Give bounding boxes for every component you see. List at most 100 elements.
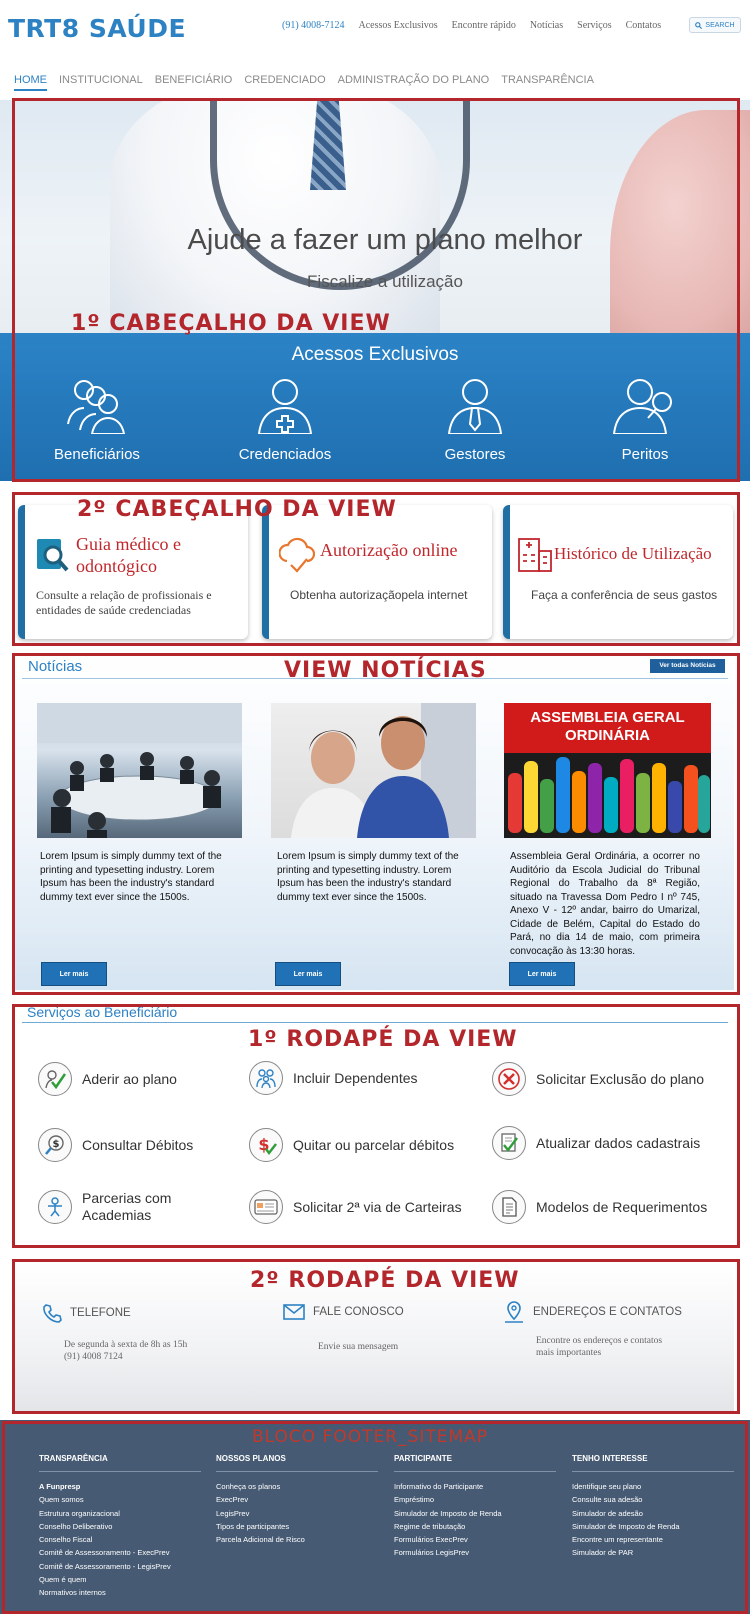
sitemap-link[interactable]: Simulador de adesão <box>572 1507 734 1520</box>
sitemap-link[interactable]: Conselho Deliberativo <box>39 1520 201 1533</box>
read-more-button[interactable]: Ler mais <box>275 962 341 986</box>
service-label: Consultar Débitos <box>82 1137 194 1153</box>
services-title: Serviços ao Beneficiário <box>27 1004 178 1020</box>
sitemap-link[interactable]: Simulador de PAR <box>572 1546 734 1559</box>
sitemap-link[interactable]: ExecPrev <box>216 1493 378 1506</box>
card-desc: Consulte a relação de profissionais e en… <box>36 588 212 617</box>
sitemap-link[interactable]: Regime de tributação <box>394 1520 556 1533</box>
service-label: Quitar ou parcelar débitos <box>293 1137 455 1153</box>
sitemap-link[interactable]: LegisPrev <box>216 1507 378 1520</box>
sitemap-col-planos: NOSSOS PLANOS Conheça os planos ExecPrev… <box>216 1454 378 1546</box>
sitemap-link[interactable]: Empréstimo <box>394 1493 556 1506</box>
top-link-servicos[interactable]: Serviços <box>577 20 611 31</box>
service-aderir[interactable]: Aderir ao plano <box>38 1062 177 1096</box>
service-exclusao[interactable]: Solicitar Exclusão do plano <box>492 1062 704 1096</box>
sitemap-link[interactable]: Informativo do Participante <box>394 1480 556 1493</box>
annotation-label: 2º CABEÇALHO DA VIEW <box>77 497 397 522</box>
service-consultar-debitos[interactable]: $ Consultar Débitos <box>38 1128 193 1162</box>
service-segunda-via[interactable]: Solicitar 2ª via de Carteiras <box>249 1190 462 1224</box>
contact-addr-title: ENDEREÇOS E CONTATOS <box>533 1306 682 1318</box>
card-guia-medico[interactable]: Guia médico e odontógico Consulte a rela… <box>18 505 248 639</box>
sitemap-link[interactable]: Simulador de Imposto de Renda <box>572 1520 734 1533</box>
service-label: Modelos de Requerimentos <box>536 1199 708 1215</box>
sitemap-link[interactable]: Parcela Adicional de Risco <box>216 1533 378 1546</box>
top-links: (91) 4008-7124 Acessos Exclusivos Encont… <box>282 20 661 31</box>
service-atualizar-dados[interactable]: Atualizar dados cadastrais <box>492 1126 700 1160</box>
location-pin-icon <box>505 1301 523 1323</box>
search-icon <box>695 21 703 29</box>
sitemap-link[interactable]: Estrutura organizacional <box>39 1507 201 1520</box>
news-image-people[interactable] <box>271 703 476 838</box>
raised-hands-photo <box>508 757 710 833</box>
annotation-label: BLOCO FOOTER_SITEMAP <box>252 1427 489 1447</box>
read-more-button[interactable]: Ler mais <box>41 962 107 986</box>
card-autorizacao[interactable]: Autorização online Obtenha autorizaçãope… <box>262 505 492 639</box>
sitemap-link[interactable]: Encontre um representante <box>572 1533 734 1546</box>
service-label: Solicitar 2ª via de Carteiras <box>293 1199 462 1215</box>
card-desc: Faça a conferência de seus gastos <box>531 588 718 602</box>
nav-credenciado[interactable]: CREDENCIADO <box>244 74 325 91</box>
nav-transparencia[interactable]: TRANSPARÊNCIA <box>501 74 594 91</box>
sitemap-link[interactable]: A Funpresp <box>39 1480 201 1493</box>
contact-phone-title: TELEFONE <box>70 1307 131 1319</box>
sitemap-link[interactable]: Quem somos <box>39 1493 201 1506</box>
card-historico[interactable]: Histórico de Utilização Faça a conferênc… <box>503 505 733 639</box>
patient-image <box>610 110 750 333</box>
dollar-check-icon: $ <box>249 1128 283 1162</box>
phone-icon <box>43 1304 62 1323</box>
envelope-icon <box>283 1304 305 1320</box>
access-beneficiarios[interactable]: Beneficiários <box>22 378 172 463</box>
service-parcerias[interactable]: Parcerias com Academias <box>38 1190 192 1224</box>
sitemap-link[interactable]: Comitê de Assessoramento - LegisPrev <box>39 1560 201 1573</box>
assembleia-banner-text: ASSEMBLEIA GERAL ORDINÁRIA <box>504 703 711 753</box>
main-nav: HOME INSTITUCIONAL BENEFICIÁRIO CREDENCI… <box>14 74 594 91</box>
expert-magnifier-icon <box>612 379 672 434</box>
view-all-news-button[interactable]: Ver todas Notícias <box>650 659 725 673</box>
news-title: Notícias <box>28 658 83 675</box>
nav-administracao[interactable]: ADMINISTRAÇÃO DO PLANO <box>338 74 490 91</box>
news-image-meeting[interactable] <box>37 703 242 838</box>
sitemap-link[interactable]: Conheça os planos <box>216 1480 378 1493</box>
sitemap-link[interactable]: Conselho Fiscal <box>39 1533 201 1546</box>
top-link-contatos[interactable]: Contatos <box>626 20 662 31</box>
phone-link[interactable]: (91) 4008-7124 <box>282 20 345 31</box>
contact-phone-number: (91) 4008 7124 <box>64 1352 123 1362</box>
service-incluir-dependentes[interactable]: Incluir Dependentes <box>249 1061 418 1095</box>
search-button[interactable]: SEARCH <box>689 17 741 33</box>
access-gestores[interactable]: Gestores <box>400 378 550 463</box>
contact-mail-text: Envie sua mensagem <box>318 1342 399 1352</box>
service-quitar-debitos[interactable]: $ Quitar ou parcelar débitos <box>249 1128 454 1162</box>
sitemap-link[interactable]: Simulador de Imposto de Renda <box>394 1507 556 1520</box>
top-link-acessos[interactable]: Acessos Exclusivos <box>359 20 438 31</box>
sitemap-link[interactable]: Normativos internos <box>39 1586 201 1599</box>
sitemap-link[interactable]: Formulários LegisPrev <box>394 1546 556 1559</box>
service-label: Parcerias com Academias <box>82 1190 172 1223</box>
sitemap-link[interactable]: Comitê de Assessoramento - ExecPrev <box>39 1546 201 1559</box>
top-link-encontre[interactable]: Encontre rápido <box>452 20 516 31</box>
access-peritos[interactable]: Peritos <box>570 378 720 463</box>
annotation-label: 1º CABEÇALHO DA VIEW <box>71 311 391 336</box>
contact-enderecos[interactable]: ENDEREÇOS E CONTATOS <box>503 1300 682 1324</box>
service-modelos-requerimentos[interactable]: Modelos de Requerimentos <box>492 1190 707 1224</box>
fitness-icon <box>38 1190 72 1224</box>
cloud-check-icon <box>279 537 315 573</box>
sitemap-link[interactable]: Formulários ExecPrev <box>394 1533 556 1546</box>
sitemap-link[interactable]: Consulte sua adesão <box>572 1493 734 1506</box>
nav-beneficiario[interactable]: BENEFICIÁRIO <box>155 74 233 91</box>
service-label: Aderir ao plano <box>82 1071 177 1087</box>
checkmark-icon <box>38 1062 72 1096</box>
dollar-search-icon: $ <box>38 1128 72 1162</box>
contact-phone[interactable]: TELEFONE <box>42 1303 131 1323</box>
sitemap-link[interactable]: Quem é quem <box>39 1573 201 1586</box>
nav-home[interactable]: HOME <box>14 74 47 91</box>
sitemap-link[interactable]: Tipos de participantes <box>216 1520 378 1533</box>
contact-fale-conosco[interactable]: FALE CONOSCO <box>283 1304 404 1320</box>
sitemap-link[interactable]: Identifique seu plano <box>572 1480 734 1493</box>
site-logo[interactable]: TRT8 SAÚDE <box>8 14 186 43</box>
nav-institucional[interactable]: INSTITUCIONAL <box>59 74 143 91</box>
read-more-button[interactable]: Ler mais <box>509 962 575 986</box>
sitemap-col-title: PARTICIPANTE <box>394 1454 556 1472</box>
news-image-assembleia[interactable]: ASSEMBLEIA GERAL ORDINÁRIA <box>504 703 711 838</box>
access-credenciados[interactable]: Credenciados <box>210 378 360 463</box>
top-link-noticias[interactable]: Notícias <box>530 20 563 31</box>
